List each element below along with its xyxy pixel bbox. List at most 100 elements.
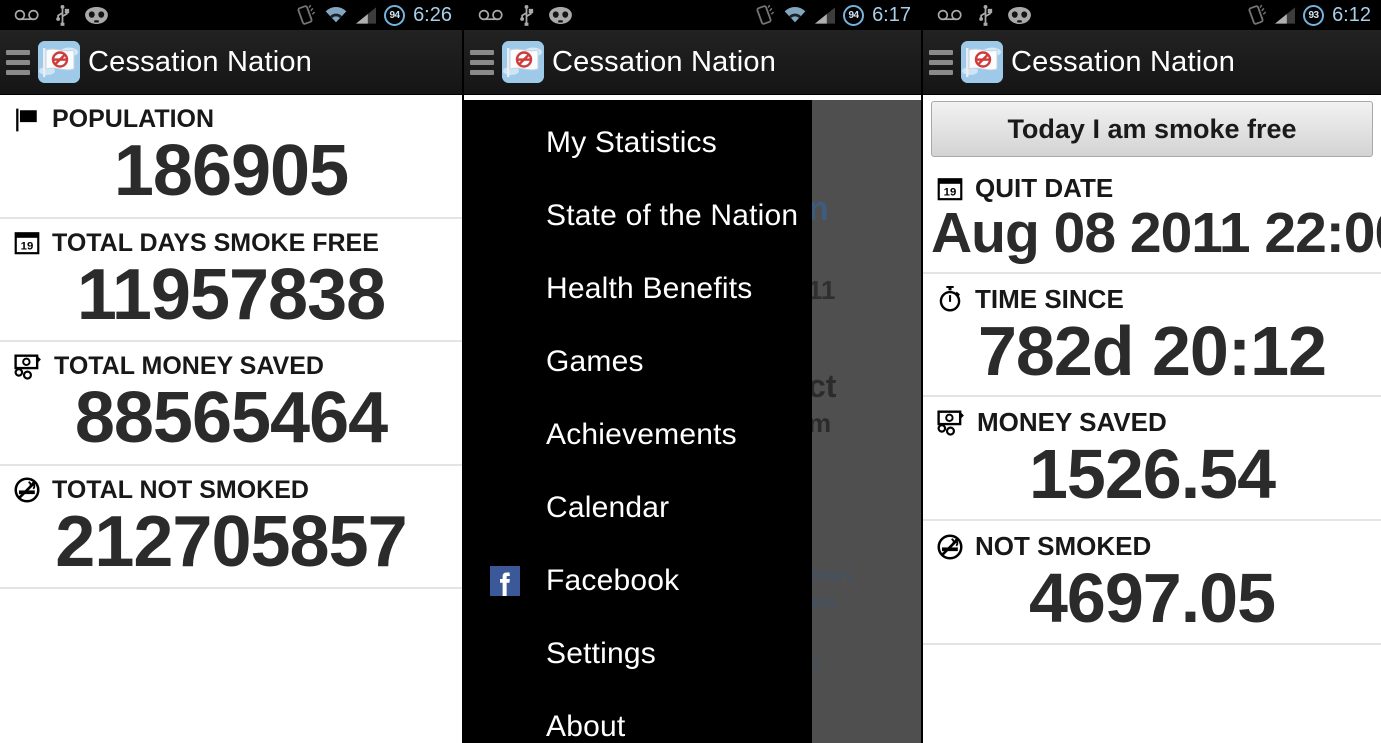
panel-navigation-drawer: 94 6:17 Cessation Nation n 11 ct m enton… — [462, 0, 921, 743]
stat-header: TOTAL MONEY SAVED — [0, 342, 462, 381]
drawer-item-facebook[interactable]: Facebook — [464, 544, 812, 617]
cell-signal-icon — [815, 7, 835, 24]
heart-icon — [488, 272, 522, 306]
gamepad-icon — [488, 345, 522, 379]
status-bar: 94 6:26 — [0, 0, 462, 30]
stat-row-total-not-smoked[interactable]: TOTAL NOT SMOKED 212705857 — [0, 465, 462, 590]
stat-row-money-saved[interactable]: MONEY SAVED 1526.54 — [923, 397, 1381, 522]
drawer-item-label: Health Benefits — [546, 271, 753, 305]
drawer-item-my-statistics[interactable]: My Statistics — [464, 106, 812, 179]
clock: 6:26 — [413, 3, 452, 26]
cell-signal-icon — [356, 7, 376, 24]
stat-value: 11957838 — [76, 254, 386, 335]
stat-value: 782d 20:12 — [977, 311, 1327, 390]
stat-label: TOTAL NOT SMOKED — [52, 475, 309, 504]
usb-icon — [55, 5, 70, 26]
hamburger-menu-icon[interactable] — [4, 49, 30, 75]
action-bar: Cessation Nation — [923, 30, 1381, 95]
battery-indicator: 94 — [384, 4, 406, 26]
battery-indicator: 93 — [1303, 4, 1325, 26]
money-icon — [14, 354, 42, 380]
cyanogenmod-skull-icon — [1007, 6, 1032, 25]
stat-value: 186905 — [113, 131, 349, 211]
hamburger-menu-icon[interactable] — [468, 49, 494, 75]
drawer-item-label: State of the Nation — [546, 198, 799, 232]
wifi-icon — [783, 6, 807, 24]
drawer-item-games[interactable]: Games — [464, 325, 812, 398]
flag-icon — [488, 199, 522, 233]
stat-header: POPULATION — [0, 95, 462, 134]
voicemail-icon — [478, 8, 505, 22]
app-title: Cessation Nation — [552, 45, 777, 78]
usb-icon — [978, 5, 993, 26]
app-logo-flag-no-smoking-icon[interactable] — [502, 41, 544, 83]
stat-header: TOTAL NOT SMOKED — [0, 466, 462, 505]
app-logo-flag-no-smoking-icon[interactable] — [38, 41, 80, 83]
drawer-item-calendar[interactable]: Calendar — [464, 471, 812, 544]
app-title: Cessation Nation — [88, 45, 313, 78]
calendar-19-icon — [488, 491, 522, 525]
clock: 6:12 — [1332, 3, 1371, 26]
drawer-item-settings[interactable]: Settings — [464, 617, 812, 690]
clock: 6:17 — [872, 3, 911, 26]
status-bar: 93 6:12 — [923, 0, 1381, 30]
hamburger-menu-icon[interactable] — [927, 49, 953, 75]
drawer-item-label: Achievements — [546, 417, 737, 451]
trophy-icon — [488, 418, 522, 452]
status-bar-left-icons — [478, 5, 573, 26]
stat-row-not-smoked[interactable]: NOT SMOKED 4697.05 — [923, 521, 1381, 645]
vibrate-icon — [753, 4, 775, 26]
bg-fragment: ann — [808, 592, 837, 611]
stat-label: TIME SINCE — [975, 283, 1124, 314]
navigation-drawer: My Statistics State of the Nation Health… — [464, 100, 812, 743]
status-bar-right-icons: 93 6:12 — [1245, 4, 1375, 27]
stat-header: TOTAL DAYS SMOKE FREE — [0, 219, 462, 258]
stat-value: 88565464 — [74, 378, 388, 459]
stat-label: POPULATION — [52, 105, 215, 133]
app-title: Cessation Nation — [1011, 45, 1236, 78]
app-logo-flag-no-smoking-icon[interactable] — [961, 41, 1003, 83]
three-phone-screenshots: 94 6:26 Cessation Nation POPULATION 1869… — [0, 0, 1381, 743]
bg-fragment: 11 — [808, 275, 836, 305]
drawer-item-achievements[interactable]: Achievements — [464, 398, 812, 471]
bg-fragment: ct — [808, 368, 837, 404]
no-smoking-icon — [488, 126, 522, 160]
stat-header: TIME SINCE — [923, 274, 1381, 315]
action-bar: Cessation Nation — [464, 30, 921, 95]
drawer-item-label: Games — [546, 344, 644, 378]
stat-row-time-since[interactable]: TIME SINCE 782d 20:12 — [923, 273, 1381, 398]
vibrate-icon — [294, 4, 316, 26]
stat-value: Aug 08 2011 22:00 — [931, 201, 1381, 265]
gear-icon — [488, 637, 522, 671]
bg-fragment: enton — [808, 566, 851, 585]
stat-label: TOTAL DAYS SMOKE FREE — [52, 228, 379, 257]
today-i-am-smoke-free-button[interactable]: Today I am smoke free — [931, 101, 1373, 157]
battery-indicator: 94 — [843, 4, 865, 26]
stat-row-total-days-smoke-free[interactable]: TOTAL DAYS SMOKE FREE 11957838 — [0, 218, 462, 343]
drawer-item-label: About — [546, 709, 626, 743]
cyanogenmod-skull-icon — [84, 6, 109, 25]
facebook-icon — [488, 564, 522, 598]
cell-signal-icon — [1275, 7, 1295, 24]
status-bar-right-icons: 94 6:26 — [294, 4, 456, 27]
status-bar-right-icons: 94 6:17 — [753, 4, 915, 27]
stat-row-total-money-saved[interactable]: TOTAL MONEY SAVED 88565464 — [0, 342, 462, 466]
drawer-item-health-benefits[interactable]: Health Benefits — [464, 252, 812, 325]
drawer-item-label: Facebook — [546, 563, 680, 597]
stat-row-quit-date[interactable]: QUIT DATE Aug 08 2011 22:00 — [923, 163, 1381, 274]
voicemail-icon — [14, 8, 41, 22]
drawer-item-state-of-the-nation[interactable]: State of the Nation — [464, 179, 812, 252]
cyanogenmod-skull-icon — [548, 6, 573, 25]
vibrate-icon — [1245, 4, 1267, 26]
stats-list: POPULATION 186905 TOTAL DAYS SMOKE FREE … — [0, 95, 462, 590]
usb-icon — [519, 5, 534, 26]
no-smoking-icon — [14, 477, 40, 503]
voicemail-icon — [937, 8, 964, 22]
stat-row-population[interactable]: POPULATION 186905 — [0, 95, 462, 219]
flag-icon — [14, 107, 40, 133]
drawer-item-about[interactable]: About — [464, 690, 812, 743]
status-bar-left-icons — [937, 5, 1032, 26]
stopwatch-icon — [937, 286, 963, 312]
stat-value: 1526.54 — [1028, 435, 1276, 514]
action-bar: Cessation Nation — [0, 30, 462, 95]
